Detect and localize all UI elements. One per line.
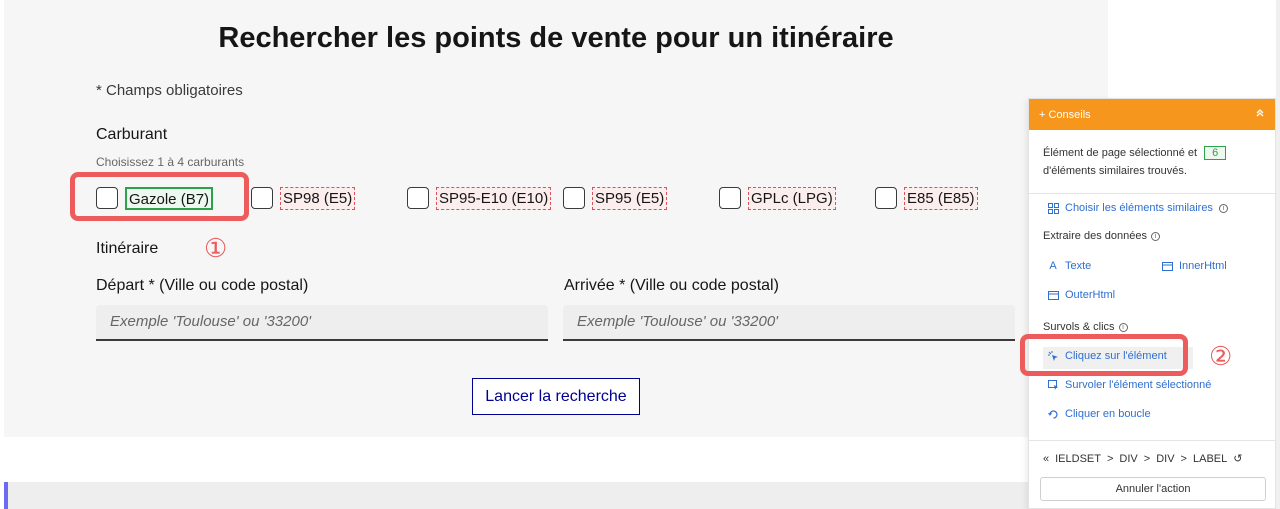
selection-info-text-2: d'éléments similaires trouvés. xyxy=(1043,165,1187,177)
choose-similar-link[interactable]: Choisir les éléments similaires i xyxy=(1047,202,1228,214)
fuel-label-e85[interactable]: E85 (E85) xyxy=(904,186,978,210)
chevron-double-up-icon[interactable] xyxy=(1255,108,1265,121)
outerhtml-label: OuterHtml xyxy=(1065,289,1116,301)
extract-heading: Extraire des données i xyxy=(1043,230,1160,242)
chevron-right-icon: > xyxy=(1143,452,1151,465)
fuel-option-sp95[interactable]: SP95 (E5) xyxy=(563,186,668,210)
next-section-band xyxy=(4,482,1028,509)
fuel-option-e85[interactable]: E85 (E85) xyxy=(875,186,978,210)
departure-input[interactable] xyxy=(96,305,548,341)
breadcrumb-item[interactable]: DIV xyxy=(1156,453,1174,465)
undo-icon[interactable]: ↺ xyxy=(1233,452,1242,465)
extension-title: + Conseils xyxy=(1039,108,1091,121)
double-chevron-left-icon[interactable]: « xyxy=(1043,453,1049,465)
departure-label: Départ * (Ville ou code postal) xyxy=(96,277,309,294)
hover-heading: Survols & clics i xyxy=(1043,321,1128,333)
extension-header[interactable]: + Conseils xyxy=(1029,99,1275,130)
fuel-label-sp98[interactable]: SP98 (E5) xyxy=(280,186,356,210)
click-loop-link[interactable]: Cliquer en boucle xyxy=(1047,408,1151,420)
text-extract-link[interactable]: A Texte xyxy=(1047,260,1091,272)
info-icon: i xyxy=(1118,322,1128,332)
info-icon: i xyxy=(1150,231,1160,241)
arrival-label: Arrivée * (Ville ou code postal) xyxy=(564,277,779,294)
click-loop-label: Cliquer en boucle xyxy=(1065,408,1151,420)
checkbox-gplc[interactable] xyxy=(719,187,741,209)
fuel-section-label: Carburant xyxy=(96,126,168,143)
innerhtml-link[interactable]: InnerHtml xyxy=(1161,260,1227,272)
element-breadcrumb: « IELDSET > DIV > DIV > LABEL ↺ xyxy=(1043,452,1267,466)
hover-selected-label: Survoler l'élément sélectionné xyxy=(1065,379,1212,391)
code-window-icon xyxy=(1047,289,1059,301)
annotation-highlight-2 xyxy=(1020,334,1188,376)
text-icon: A xyxy=(1049,260,1057,272)
hover-heading-label: Survols & clics xyxy=(1043,321,1115,333)
extension-panel: + Conseils Élément de page sélectionné e… xyxy=(1028,98,1276,509)
fuel-option-sp95-e10[interactable]: SP95-E10 (E10) xyxy=(407,186,552,210)
search-button[interactable]: Lancer la recherche xyxy=(472,378,640,415)
required-fields-note: * Champs obligatoires xyxy=(96,82,243,99)
checkbox-sp95-e10[interactable] xyxy=(407,187,429,209)
loop-icon xyxy=(1047,408,1059,420)
fuel-hint: Choisissez 1 à 4 carburants xyxy=(96,155,245,169)
arrival-input[interactable] xyxy=(563,305,1015,341)
innerhtml-label: InnerHtml xyxy=(1179,260,1227,272)
fuel-label-sp95-e10[interactable]: SP95-E10 (E10) xyxy=(436,186,552,210)
itinerary-section-label: Itinéraire xyxy=(96,240,159,257)
info-icon: i xyxy=(1218,203,1228,213)
chevron-right-icon: > xyxy=(1180,452,1187,465)
checkbox-e85[interactable] xyxy=(875,187,897,209)
choose-similar-label: Choisir les éléments similaires xyxy=(1065,202,1213,214)
grid-icon xyxy=(1047,202,1059,214)
extract-heading-label: Extraire des données xyxy=(1043,230,1147,242)
breadcrumb-item[interactable]: IELDSET xyxy=(1055,453,1101,465)
annotation-highlight-1 xyxy=(70,172,249,221)
fuel-label-sp95[interactable]: SP95 (E5) xyxy=(592,186,668,210)
similar-count-badge: 6 xyxy=(1204,146,1227,160)
checkbox-sp95[interactable] xyxy=(563,187,585,209)
annotation-step-1: ① xyxy=(204,233,228,263)
page: Rechercher les points de vente pour un i… xyxy=(0,0,1280,509)
code-window-icon xyxy=(1161,260,1173,272)
hover-icon xyxy=(1047,379,1059,391)
outerhtml-link[interactable]: OuterHtml xyxy=(1047,289,1115,301)
page-title: Rechercher les points de vente pour un i… xyxy=(218,22,894,54)
breadcrumb-item[interactable]: LABEL xyxy=(1193,453,1227,465)
fuel-option-sp98[interactable]: SP98 (E5) xyxy=(251,186,356,210)
fuel-label-gplc[interactable]: GPLc (LPG) xyxy=(748,186,836,210)
divider xyxy=(1029,440,1275,441)
chevron-right-icon: > xyxy=(1106,452,1114,465)
selection-info: Élément de page sélectionné et 6 d'éléme… xyxy=(1043,144,1263,180)
annotation-step-2: ② xyxy=(1209,341,1233,371)
text-extract-label: Texte xyxy=(1065,260,1092,272)
divider xyxy=(1029,193,1275,194)
scrollbar[interactable] xyxy=(1276,0,1280,509)
fuel-option-gplc[interactable]: GPLc (LPG) xyxy=(719,186,836,210)
checkbox-sp98[interactable] xyxy=(251,187,273,209)
cancel-action-button[interactable]: Annuler l'action xyxy=(1040,477,1266,501)
hover-selected-link[interactable]: Survoler l'élément sélectionné xyxy=(1047,379,1211,391)
selection-info-text: Élément de page sélectionné et xyxy=(1043,147,1198,159)
breadcrumb-item[interactable]: DIV xyxy=(1119,453,1137,465)
